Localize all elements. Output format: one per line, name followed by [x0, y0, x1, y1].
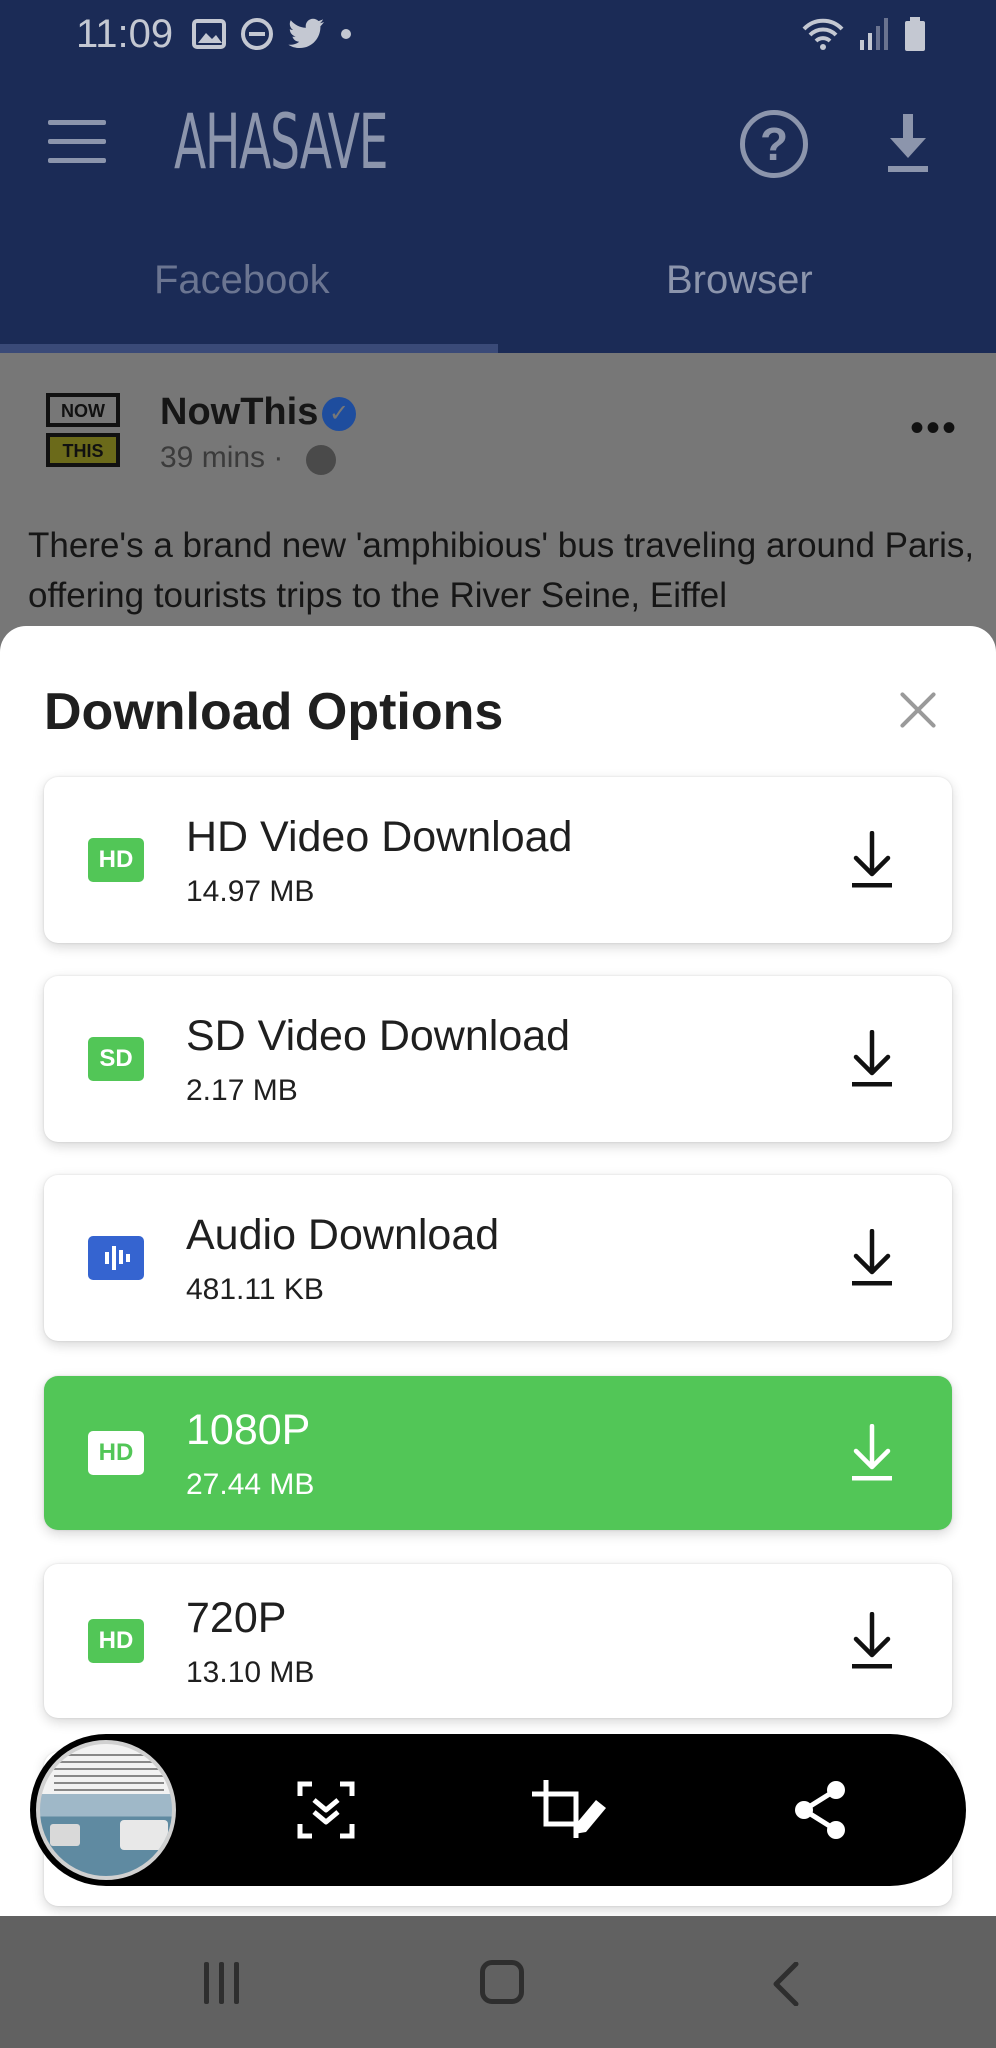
post-author: NowThis — [160, 391, 319, 433]
download-icon[interactable] — [850, 1030, 894, 1088]
tab-browser[interactable]: Browser — [666, 258, 813, 303]
option-size: 13.10 MB — [186, 1656, 315, 1689]
option-hd-video[interactable]: HD HD Video Download 14.97 MB — [44, 777, 952, 943]
download-icon[interactable] — [850, 1229, 894, 1287]
app-bar: AHASAVE ? — [0, 88, 996, 208]
home-icon[interactable] — [480, 1960, 524, 2004]
dot-icon — [341, 29, 351, 39]
option-title: Audio Download — [186, 1211, 500, 1259]
download-icon[interactable] — [880, 112, 936, 174]
globe-icon — [306, 445, 336, 475]
hd-badge-icon: HD — [88, 1431, 144, 1475]
option-sd-video[interactable]: SD SD Video Download 2.17 MB — [44, 976, 952, 1142]
page-avatar: NOW THIS — [46, 393, 120, 467]
option-size: 481.11 KB — [186, 1273, 324, 1306]
share-icon[interactable] — [792, 1778, 848, 1842]
wifi-icon — [802, 18, 844, 50]
screenshot-toolbar — [30, 1734, 966, 1886]
scroll-capture-icon[interactable] — [294, 1778, 358, 1842]
status-bar: 11:09 — [0, 0, 996, 70]
status-time: 11:09 — [76, 12, 174, 56]
menu-icon[interactable] — [48, 118, 106, 166]
option-size: 2.17 MB — [186, 1074, 298, 1107]
signal-icon — [860, 18, 888, 50]
back-icon[interactable] — [766, 1962, 806, 2006]
option-title: 1080P — [186, 1406, 311, 1454]
option-size: 14.97 MB — [186, 875, 315, 908]
download-icon[interactable] — [850, 1612, 894, 1670]
battery-icon — [905, 17, 925, 51]
option-title: SD Video Download — [186, 1012, 571, 1060]
feed-post: NOW THIS NowThis ✓ 39 mins · ••• There's… — [0, 353, 996, 653]
recent-apps-icon[interactable] — [202, 1962, 242, 2004]
close-icon[interactable] — [896, 688, 940, 732]
sheet-title: Download Options — [44, 683, 504, 741]
system-nav-bar — [0, 1916, 996, 2048]
option-1080p[interactable]: HD 1080P 27.44 MB — [44, 1376, 952, 1530]
option-audio[interactable]: Audio Download 481.11 KB — [44, 1175, 952, 1341]
option-720p[interactable]: HD 720P 13.10 MB — [44, 1564, 952, 1718]
crop-edit-icon[interactable] — [530, 1778, 610, 1842]
hd-badge-icon: HD — [88, 838, 144, 882]
download-icon[interactable] — [850, 831, 894, 889]
app-header: 11:09 AHASAVE ? Facebook Browser — [0, 0, 996, 353]
twitter-icon — [288, 18, 324, 48]
option-title: HD Video Download — [186, 813, 573, 861]
verified-icon: ✓ — [322, 397, 356, 431]
screenshot-thumbnail[interactable] — [36, 1740, 176, 1880]
option-size: 27.44 MB — [186, 1468, 315, 1501]
post-time: 39 mins · — [160, 441, 284, 474]
tab-indicator — [0, 344, 498, 353]
sd-badge-icon: SD — [88, 1037, 144, 1081]
post-text: There's a brand new 'amphibious' bus tra… — [28, 526, 975, 615]
download-icon[interactable] — [850, 1424, 894, 1482]
help-icon[interactable]: ? — [740, 110, 808, 178]
download-options-sheet: Download Options HD HD Video Download 14… — [0, 626, 996, 1916]
source-tabs: Facebook Browser — [0, 230, 996, 353]
image-icon — [192, 19, 226, 49]
tab-facebook[interactable]: Facebook — [154, 258, 330, 303]
audio-wave-icon — [88, 1236, 144, 1280]
dnd-icon — [241, 18, 273, 50]
avatar-line-top: NOW — [46, 393, 120, 427]
option-title: 720P — [186, 1594, 287, 1642]
more-options-icon[interactable]: ••• — [910, 408, 958, 448]
avatar-line-bottom: THIS — [46, 433, 120, 467]
hd-badge-icon: HD — [88, 1619, 144, 1663]
app-logo: AHASAVE — [174, 97, 388, 186]
